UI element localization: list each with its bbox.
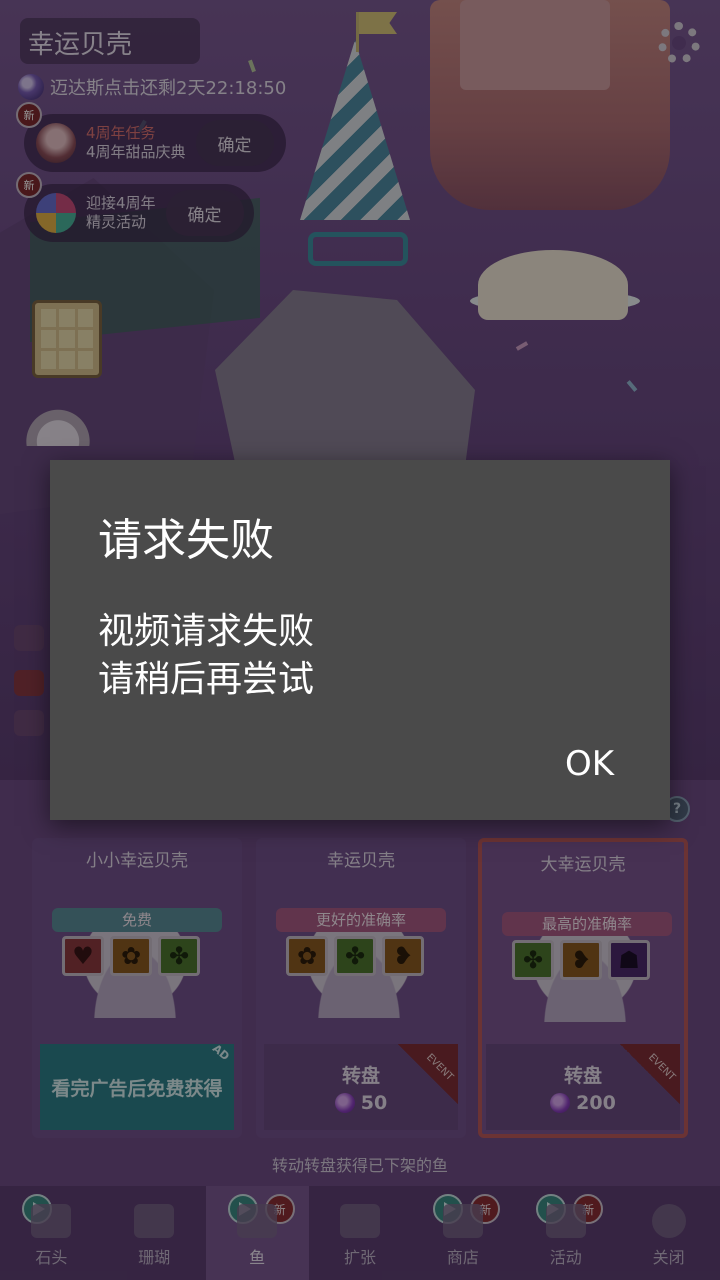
dialog-message: 视频请求失败 请稍后再尝试 [98,611,315,700]
dialog-title: 请求失败 [98,515,274,566]
error-dialog: 请求失败 视频请求失败 请稍后再尝试 OK [50,460,670,820]
ok-button[interactable]: OK [565,744,614,784]
